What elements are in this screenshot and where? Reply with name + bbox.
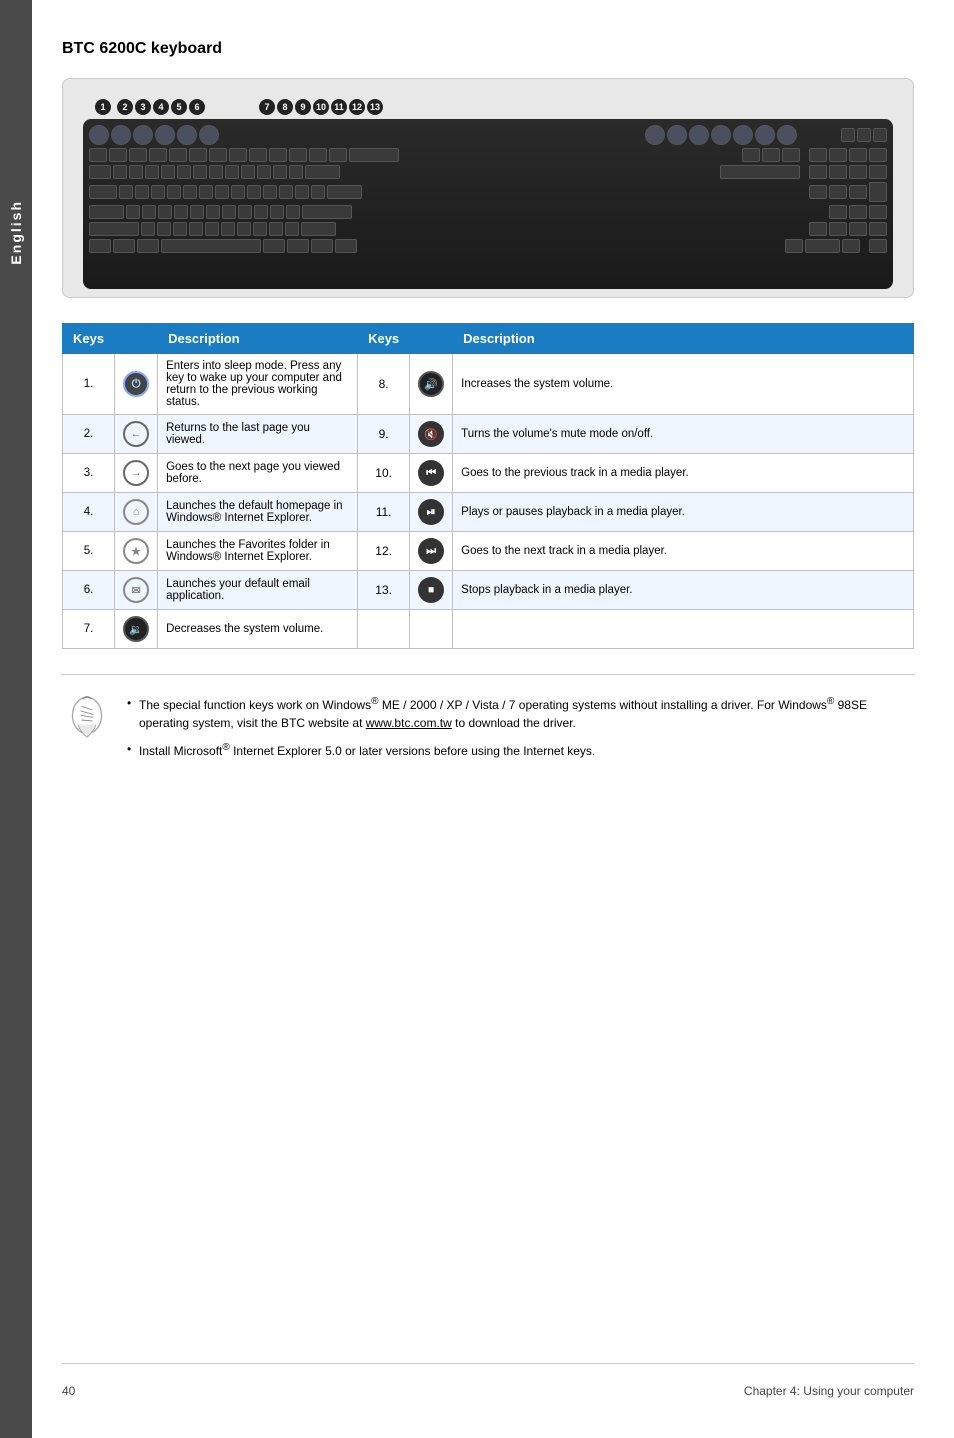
right-key-icon: ⏭ [410,532,453,571]
right-key-num: 10. [358,454,410,493]
table-row: 2. ← Returns to the last page you viewed… [63,415,914,454]
key-icon: ⏻ [115,354,158,415]
col-desc-right: Description [453,324,914,354]
col-keys-right: Keys [358,324,410,354]
key-num: 5. [63,532,115,571]
table-row: 6. ✉ Launches your default email applica… [63,571,914,610]
table-row: 1. ⏻ Enters into sleep mode. Press any k… [63,354,914,415]
right-key-desc: Goes to the next track in a media player… [453,532,914,571]
right-key-desc: Increases the system volume. [453,354,914,415]
key-icon: → [115,454,158,493]
right-key-num: 11. [358,493,410,532]
key-desc: Enters into sleep mode. Press any key to… [158,354,358,415]
key-desc: Launches your default email application. [158,571,358,610]
table-row: 7. 🔉 Decreases the system volume. [63,610,914,649]
right-key-desc: Stops playback in a media player. [453,571,914,610]
right-key-desc: Turns the volume's mute mode on/off. [453,415,914,454]
note-section: The special function keys work on Window… [62,674,914,764]
key-badge-2: 2 [117,99,133,115]
key-badge-9: 9 [295,99,311,115]
right-key-desc: Plays or pauses playback in a media play… [453,493,914,532]
key-badge-6: 6 [189,99,205,115]
key-icon: ✉ [115,571,158,610]
key-num: 7. [63,610,115,649]
right-key-icon: 🔊 [410,354,453,415]
right-key-num: 8. [358,354,410,415]
key-icon: ★ [115,532,158,571]
key-badge-13: 13 [367,99,383,115]
table-row: 4. ⌂ Launches the default homepage in Wi… [63,493,914,532]
note-content: The special function keys work on Window… [127,690,914,764]
page-footer: 40 Chapter 4: Using your computer [62,1363,914,1398]
key-badge-11: 11 [331,99,347,115]
key-desc: Decreases the system volume. [158,610,358,649]
key-num: 3. [63,454,115,493]
key-badge-8: 8 [277,99,293,115]
key-desc: Launches the Favorites folder in Windows… [158,532,358,571]
key-num: 1. [63,354,115,415]
key-num: 2. [63,415,115,454]
key-badge-12: 12 [349,99,365,115]
note-item-2: Install Microsoft® Internet Explorer 5.0… [127,736,914,764]
col-keys-left: Keys [63,324,115,354]
pencil-icon [67,690,107,740]
right-key-desc: Goes to the previous track in a media pl… [453,454,914,493]
key-desc: Launches the default homepage in Windows… [158,493,358,532]
keyboard-body [83,119,893,289]
right-key-num: 12. [358,532,410,571]
footer-page-number: 40 [62,1384,75,1398]
note-item-1: The special function keys work on Window… [127,690,914,736]
key-badge-5: 5 [171,99,187,115]
key-num: 4. [63,493,115,532]
note-icon-area [62,690,112,764]
page-title: BTC 6200C keyboard [62,40,914,58]
footer-chapter: Chapter 4: Using your computer [744,1384,914,1398]
key-icon: 🔉 [115,610,158,649]
key-desc: Goes to the next page you viewed before. [158,454,358,493]
key-description-table: Keys Description Keys Description 1. ⏻ E… [62,323,914,649]
right-key-icon: ⏹ [410,571,453,610]
key-icon: ⌂ [115,493,158,532]
language-label: English [8,200,24,265]
col-desc-left: Description [158,324,358,354]
key-badge-7: 7 [259,99,275,115]
right-key-num: 13. [358,571,410,610]
right-key-icon: ⏯ [410,493,453,532]
right-key-icon: ⏮ [410,454,453,493]
key-badge-1: 1 [95,99,111,115]
key-badge-3: 3 [135,99,151,115]
table-row: 5. ★ Launches the Favorites folder in Wi… [63,532,914,571]
key-badge-10: 10 [313,99,329,115]
keyboard-diagram: 1 2 3 4 5 6 7 8 9 10 11 12 13 [62,78,914,298]
key-num: 6. [63,571,115,610]
right-key-num: 9. [358,415,410,454]
language-tab: English [0,0,32,1438]
table-row: 3. → Goes to the next page you viewed be… [63,454,914,493]
key-icon: ← [115,415,158,454]
key-desc: Returns to the last page you viewed. [158,415,358,454]
right-key-icon: 🔇 [410,415,453,454]
btc-link[interactable]: www.btc.com.tw [366,716,452,730]
key-badge-4: 4 [153,99,169,115]
